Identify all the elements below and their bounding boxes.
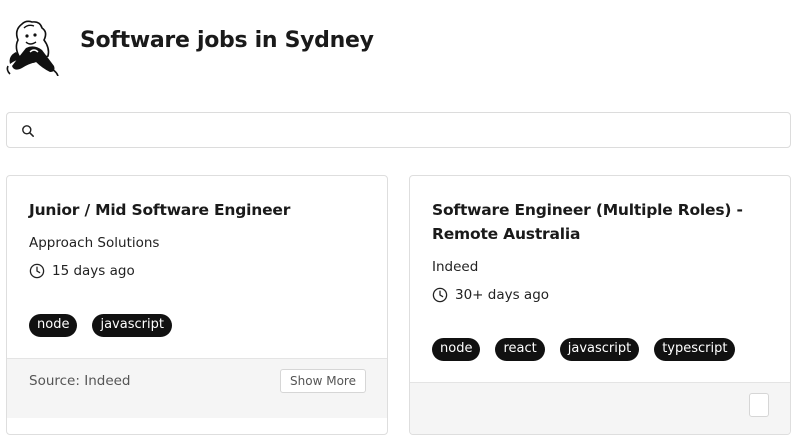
job-card[interactable]: Junior / Mid Software Engineer Approach …	[6, 175, 388, 435]
show-more-button[interactable]: Show More	[280, 369, 366, 393]
posted-date: 30+ days ago	[432, 287, 549, 303]
posted-date: 15 days ago	[29, 263, 135, 279]
source-label: Source: Indeed	[29, 373, 131, 389]
clock-icon	[432, 287, 448, 303]
show-more-button[interactable]	[749, 393, 769, 417]
page-header: Software jobs in Sydney	[0, 0, 800, 90]
job-card[interactable]: Software Engineer (Multiple Roles) - Rem…	[409, 175, 791, 435]
tag[interactable]: react	[495, 338, 545, 361]
card-footer	[410, 382, 790, 434]
tag[interactable]: node	[29, 314, 78, 337]
tag[interactable]: typescript	[654, 338, 736, 361]
tag-list: node react javascript typescript	[432, 338, 736, 361]
clock-icon	[29, 263, 45, 279]
page-title: Software jobs in Sydney	[80, 28, 374, 53]
tag[interactable]: node	[432, 338, 481, 361]
posted-text: 15 days ago	[52, 263, 135, 279]
tag[interactable]: javascript	[92, 314, 172, 337]
posted-text: 30+ days ago	[455, 287, 550, 303]
search-bar[interactable]	[6, 112, 791, 148]
cartoon-character-logo-icon	[6, 20, 59, 76]
card-footer: Source: Indeed Show More	[7, 358, 387, 418]
tag-list: node javascript	[29, 314, 172, 337]
search-icon	[22, 125, 34, 137]
job-title[interactable]: Junior / Mid Software Engineer	[29, 198, 369, 222]
company-name: Indeed	[432, 259, 479, 275]
company-name: Approach Solutions	[29, 235, 160, 251]
search-input[interactable]	[45, 119, 775, 141]
tag[interactable]: javascript	[559, 338, 640, 361]
job-title[interactable]: Software Engineer (Multiple Roles) - Rem…	[432, 198, 772, 246]
